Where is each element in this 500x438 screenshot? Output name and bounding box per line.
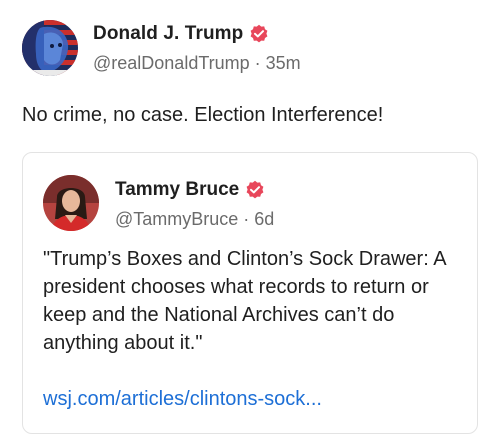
quoted-post-text: "Trump’s Boxes and Clinton’s Sock Drawer… — [43, 248, 446, 354]
quoted-post-card[interactable]: Tammy Bruce @TammyBruce · 6d "Trump’s Bo… — [22, 152, 478, 434]
quoted-author-name[interactable]: Tammy Bruce — [115, 179, 239, 201]
author-name[interactable]: Donald J. Trump — [93, 23, 243, 45]
post-card: Donald J. Trump @realDonaldTrump · 35m N… — [0, 0, 500, 438]
post-text: No crime, no case. Election Interference… — [22, 104, 384, 126]
quoted-author-name-row: Tammy Bruce — [115, 179, 274, 201]
post-header: Donald J. Trump @realDonaldTrump · 35m — [22, 20, 301, 76]
author-avatar[interactable] — [22, 20, 78, 76]
quoted-author-handle-time[interactable]: @TammyBruce · 6d — [115, 209, 274, 230]
verified-badge-icon — [245, 180, 265, 200]
quoted-author-avatar[interactable] — [43, 175, 99, 231]
author-info: Donald J. Trump @realDonaldTrump · 35m — [93, 23, 301, 74]
quoted-post-link[interactable]: wsj.com/articles/clintons-sock... — [43, 385, 322, 413]
verified-badge-icon — [249, 24, 269, 44]
author-handle-time[interactable]: @realDonaldTrump · 35m — [93, 53, 301, 74]
quoted-post-header: Tammy Bruce @TammyBruce · 6d — [43, 175, 274, 231]
author-name-row: Donald J. Trump — [93, 23, 301, 45]
quoted-author-info: Tammy Bruce @TammyBruce · 6d — [115, 179, 274, 230]
